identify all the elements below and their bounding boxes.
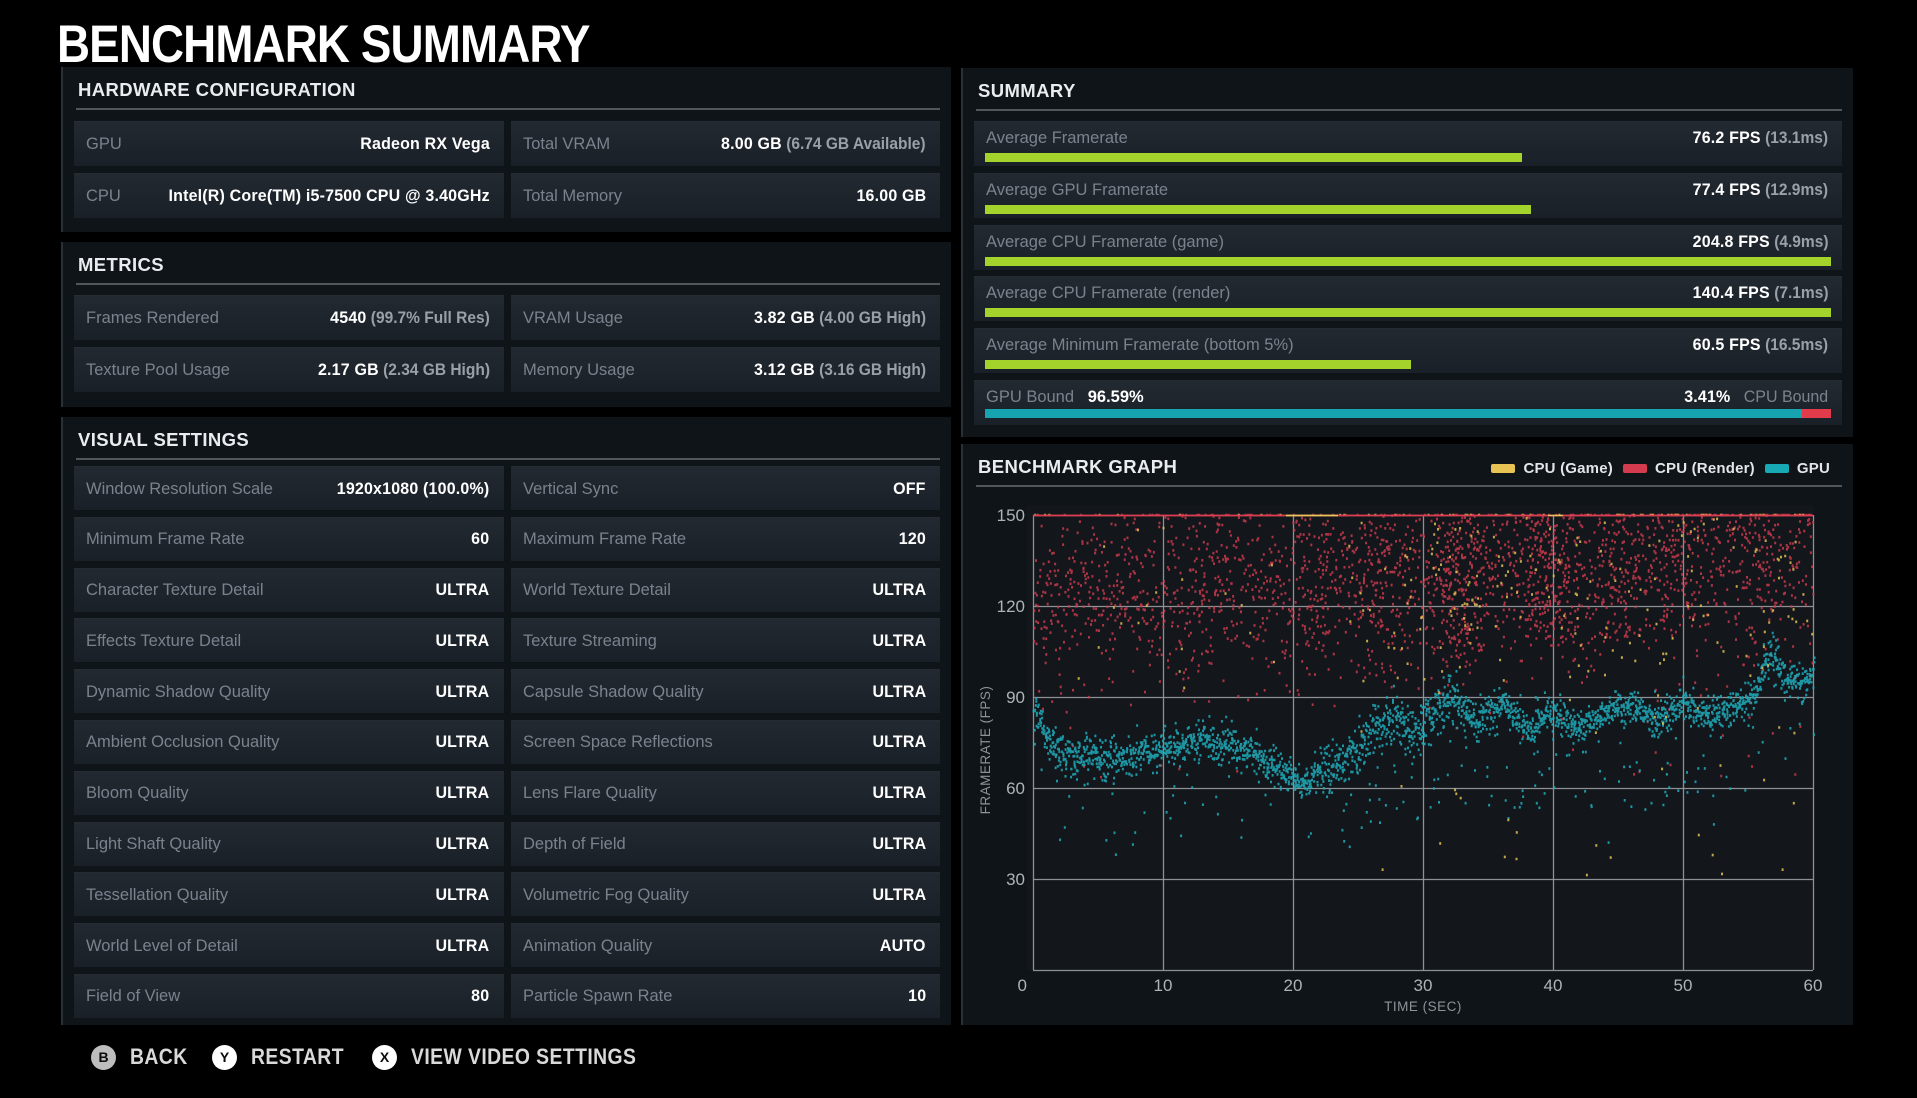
svg-text:20: 20 — [1284, 976, 1303, 995]
svg-text:TIME (SEC): TIME (SEC) — [1384, 999, 1462, 1014]
svg-text:60: 60 — [1804, 976, 1823, 995]
svg-text:30: 30 — [1414, 976, 1433, 995]
svg-text:150: 150 — [997, 506, 1025, 525]
svg-text:50: 50 — [1674, 976, 1693, 995]
svg-text:30: 30 — [1006, 870, 1025, 889]
svg-text:60: 60 — [1006, 779, 1025, 798]
svg-text:120: 120 — [997, 597, 1025, 616]
svg-text:10: 10 — [1154, 976, 1173, 995]
svg-text:40: 40 — [1544, 976, 1563, 995]
svg-text:0: 0 — [1018, 976, 1027, 995]
svg-text:FRAMERATE (FPS): FRAMERATE (FPS) — [978, 686, 993, 815]
svg-text:90: 90 — [1006, 688, 1025, 707]
